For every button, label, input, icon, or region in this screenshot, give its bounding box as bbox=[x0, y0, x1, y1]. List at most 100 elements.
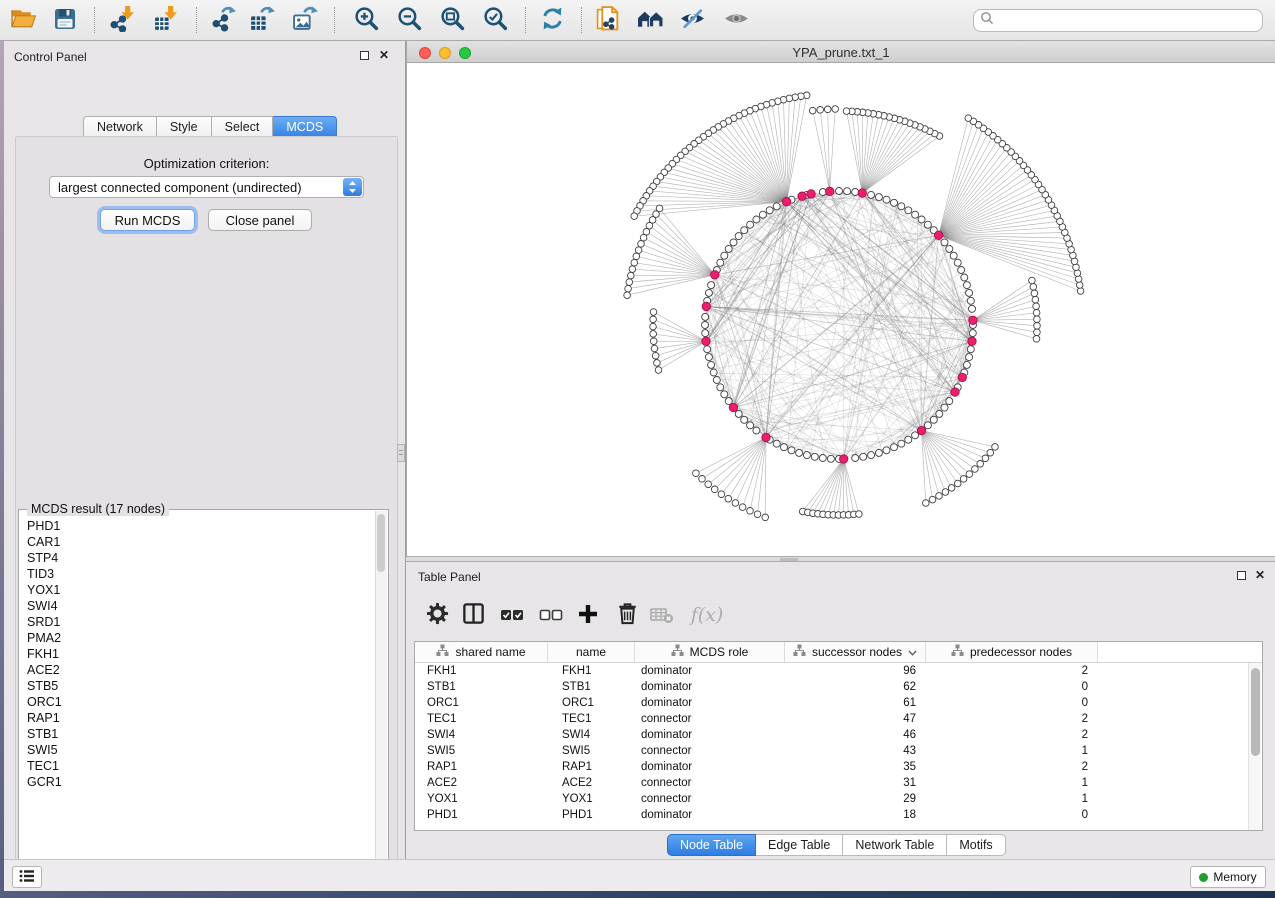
table-row[interactable]: YOX1YOX1connector291 bbox=[415, 791, 1249, 807]
close-panel-button[interactable]: Close panel bbox=[208, 209, 312, 231]
export-table-button[interactable] bbox=[245, 3, 279, 37]
vertical-splitter-handle[interactable] bbox=[397, 444, 405, 462]
new-network-from-selection-button[interactable] bbox=[591, 3, 625, 37]
cell-name: YOX1 bbox=[548, 791, 635, 807]
mcds-list-scrollbar[interactable] bbox=[375, 511, 387, 877]
list-item[interactable]: YOX1 bbox=[27, 582, 375, 598]
list-item[interactable]: GCR1 bbox=[27, 774, 375, 790]
show-all-button[interactable] bbox=[719, 3, 753, 37]
table-row[interactable]: SWI5SWI5connector431 bbox=[415, 743, 1249, 759]
float-panel-icon[interactable] bbox=[360, 51, 369, 60]
search-icon bbox=[980, 11, 994, 30]
list-item[interactable]: ACE2 bbox=[27, 662, 375, 678]
run-mcds-button[interactable]: Run MCDS bbox=[100, 209, 195, 231]
table-row[interactable]: ACE2ACE2connector311 bbox=[415, 775, 1249, 791]
shared-column-icon bbox=[793, 644, 806, 660]
select-all-button[interactable] bbox=[495, 598, 529, 632]
column-header-successor-nodes[interactable]: successor nodes bbox=[785, 642, 926, 662]
cell-shared-name: SWI4 bbox=[415, 727, 548, 743]
list-item[interactable]: SWI4 bbox=[27, 598, 375, 614]
refresh-button[interactable] bbox=[535, 3, 569, 37]
list-item[interactable]: PHD1 bbox=[27, 518, 375, 534]
tab-network[interactable]: Network bbox=[83, 116, 157, 137]
table-row[interactable]: RAP1RAP1dominator352 bbox=[415, 759, 1249, 775]
zoom-fit-icon bbox=[439, 5, 466, 35]
export-image-button[interactable] bbox=[288, 3, 322, 37]
cell-shared-name: TEC1 bbox=[415, 711, 548, 727]
list-item[interactable]: ORC1 bbox=[27, 694, 375, 710]
memory-button[interactable]: Memory bbox=[1190, 866, 1266, 888]
column-header-predecessor-nodes[interactable]: predecessor nodes bbox=[926, 642, 1098, 662]
zoom-in-button[interactable] bbox=[349, 3, 383, 37]
tab-network-table[interactable]: Network Table bbox=[843, 834, 947, 856]
add-column-button[interactable] bbox=[571, 598, 605, 632]
column-header-shared-name[interactable]: shared name bbox=[415, 642, 548, 662]
float-panel-icon[interactable] bbox=[1237, 571, 1246, 580]
import-network-button[interactable] bbox=[105, 3, 139, 37]
cell-successor-nodes: 47 bbox=[785, 711, 926, 727]
list-item[interactable]: SWI5 bbox=[27, 742, 375, 758]
split-columns-button[interactable] bbox=[456, 598, 490, 632]
search-input[interactable] bbox=[998, 14, 1256, 28]
export-network-button[interactable] bbox=[207, 3, 241, 37]
list-item[interactable]: STB1 bbox=[27, 726, 375, 742]
table-scrollbar[interactable] bbox=[1248, 663, 1261, 830]
close-panel-icon[interactable]: ✕ bbox=[1255, 570, 1265, 580]
first-neighbors-button[interactable] bbox=[633, 3, 667, 37]
list-item[interactable]: SRD1 bbox=[27, 614, 375, 630]
cell-mcds-role: dominator bbox=[635, 759, 785, 775]
criterion-select[interactable]: largest connected component (undirected) bbox=[49, 176, 364, 198]
hide-selected-button[interactable] bbox=[675, 3, 709, 37]
column-header-name[interactable]: name bbox=[548, 642, 635, 662]
list-item[interactable]: TEC1 bbox=[27, 758, 375, 774]
network-canvas[interactable] bbox=[406, 63, 1275, 556]
table-row[interactable]: PHD1PHD1dominator180 bbox=[415, 807, 1249, 823]
cell-mcds-role: dominator bbox=[635, 679, 785, 695]
list-item[interactable]: FKH1 bbox=[27, 646, 375, 662]
list-item[interactable]: PMA2 bbox=[27, 630, 375, 646]
table-row[interactable]: TEC1TEC1connector472 bbox=[415, 711, 1249, 727]
task-history-button[interactable] bbox=[12, 866, 42, 888]
cell-name: FKH1 bbox=[548, 663, 635, 679]
cell-successor-nodes: 62 bbox=[785, 679, 926, 695]
cell-mcds-role: connector bbox=[635, 775, 785, 791]
scrollbar-thumb[interactable] bbox=[377, 514, 385, 572]
list-item[interactable]: RAP1 bbox=[27, 710, 375, 726]
cell-successor-nodes: 43 bbox=[785, 743, 926, 759]
table-row[interactable]: STB1STB1dominator620 bbox=[415, 679, 1249, 695]
horizontal-splitter-handle[interactable] bbox=[780, 558, 798, 561]
table-row[interactable]: ORC1ORC1dominator610 bbox=[415, 695, 1249, 711]
deselect-all-button[interactable] bbox=[534, 598, 568, 632]
network-window-titlebar[interactable]: YPA_prune.txt_1 bbox=[406, 41, 1275, 63]
tab-node-table[interactable]: Node Table bbox=[667, 834, 756, 856]
column-header-mcds-role[interactable]: MCDS role bbox=[635, 642, 785, 662]
zoom-selected-button[interactable] bbox=[478, 3, 512, 37]
cell-predecessor-nodes: 1 bbox=[926, 775, 1098, 791]
list-item[interactable]: STB5 bbox=[27, 678, 375, 694]
list-item[interactable]: STP4 bbox=[27, 550, 375, 566]
list-item[interactable]: TID3 bbox=[27, 566, 375, 582]
fx-icon: f(x) bbox=[691, 604, 724, 626]
table-settings-button[interactable] bbox=[420, 598, 454, 632]
save-session-button[interactable] bbox=[48, 3, 82, 37]
search-field[interactable] bbox=[973, 9, 1263, 32]
column-label: predecessor nodes bbox=[970, 645, 1072, 659]
table-row[interactable]: SWI4SWI4dominator462 bbox=[415, 727, 1249, 743]
tab-style[interactable]: Style bbox=[157, 116, 212, 137]
tab-edge-table[interactable]: Edge Table bbox=[756, 834, 843, 856]
table-row[interactable]: FKH1FKH1dominator962 bbox=[415, 663, 1249, 679]
open-session-button[interactable] bbox=[6, 3, 40, 37]
zoom-fit-button[interactable] bbox=[435, 3, 469, 37]
tab-mcds[interactable]: MCDS bbox=[273, 116, 337, 137]
list-item[interactable]: CAR1 bbox=[27, 534, 375, 550]
close-panel-icon[interactable]: ✕ bbox=[379, 50, 389, 60]
scrollbar-thumb[interactable] bbox=[1251, 668, 1260, 756]
network-graph[interactable] bbox=[407, 63, 1275, 556]
tab-motifs[interactable]: Motifs bbox=[947, 834, 1005, 856]
import-table-button[interactable] bbox=[149, 3, 183, 37]
tab-select[interactable]: Select bbox=[212, 116, 274, 137]
mcds-result-list[interactable]: PHD1CAR1STP4TID3YOX1SWI4SRD1PMA2FKH1ACE2… bbox=[19, 514, 375, 790]
optimization-criterion-label: Optimization criterion: bbox=[16, 156, 397, 171]
delete-column-button[interactable] bbox=[610, 598, 644, 632]
zoom-out-button[interactable] bbox=[392, 3, 426, 37]
